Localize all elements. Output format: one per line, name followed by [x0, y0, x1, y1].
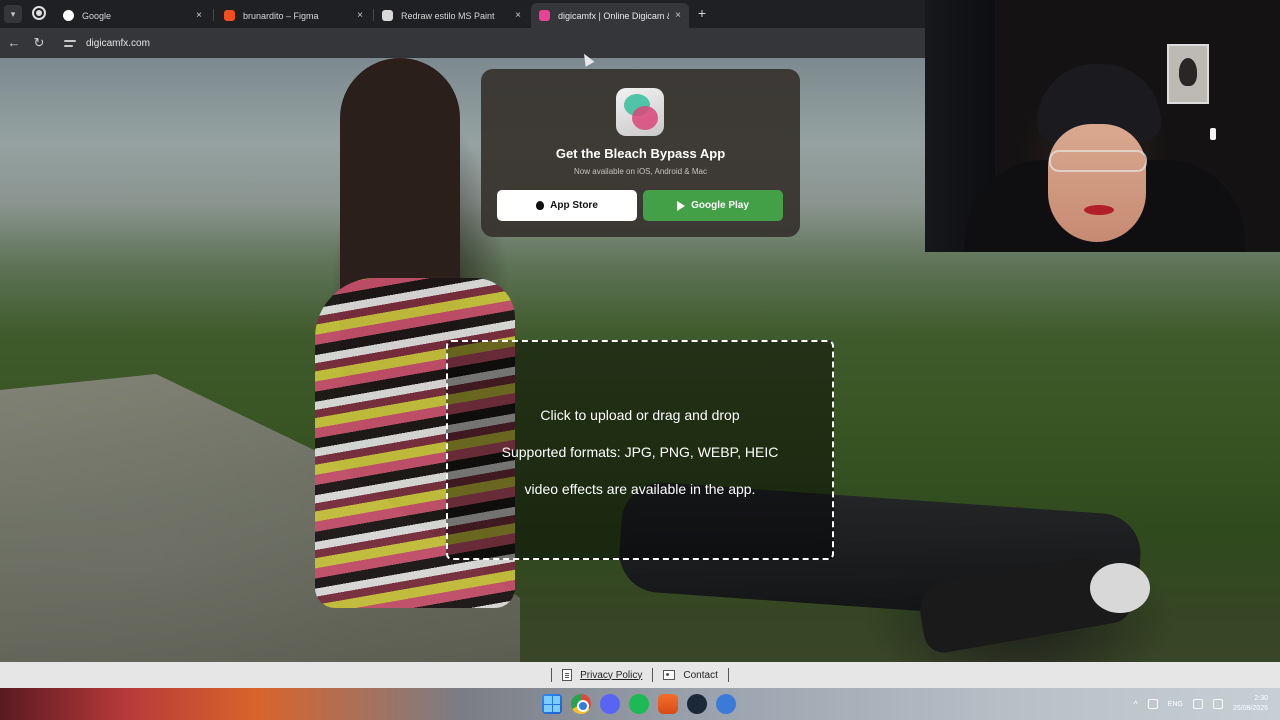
video-effects-note: video effects are available in the app. — [524, 481, 756, 497]
contact-link[interactable]: Contact — [663, 669, 718, 681]
webcam-person-glasses — [1049, 150, 1147, 172]
back-arrow-icon[interactable]: ← — [6, 35, 22, 51]
footer-divider — [652, 668, 654, 682]
app-icon[interactable] — [716, 694, 736, 714]
taskbar-apps — [542, 694, 736, 714]
tab-redraw-ms-paint[interactable]: Redraw estilo MS Paint × — [374, 3, 529, 28]
privacy-policy-link[interactable]: Privacy Policy — [562, 669, 642, 681]
webcam-background-light — [1210, 128, 1216, 140]
contact-label: Contact — [683, 669, 718, 681]
tab-title: digicamfx | Online Digicam & 2 — [558, 10, 670, 21]
network-icon[interactable] — [1192, 699, 1203, 709]
google-play-icon — [677, 200, 686, 211]
tab-title: Redraw estilo MS Paint — [401, 10, 495, 21]
tab-google[interactable]: Google × — [55, 3, 210, 28]
footer-divider — [727, 668, 729, 682]
tray-chevron-icon[interactable]: ^ — [1134, 699, 1138, 709]
chrome-icon[interactable] — [571, 694, 591, 714]
supported-formats: Supported formats: JPG, PNG, WEBP, HEIC — [501, 444, 779, 460]
upload-instruction: Click to upload or drag and drop — [540, 407, 740, 423]
google-play-label: Google Play — [691, 200, 749, 211]
discord-icon[interactable] — [600, 694, 620, 714]
microphone-icon[interactable] — [1147, 699, 1158, 709]
google-favicon-icon — [63, 10, 74, 21]
paint-favicon-icon — [382, 10, 393, 21]
tab-close-icon[interactable]: × — [357, 10, 363, 21]
app-store-button[interactable]: App Store — [497, 190, 637, 221]
app-promo-card: Get the Bleach Bypass App Now available … — [481, 69, 800, 237]
tab-title: brunardito – Figma — [243, 10, 319, 21]
volume-icon[interactable] — [1212, 699, 1223, 709]
digicamfx-favicon-icon — [539, 10, 550, 21]
webcam-wall-poster — [1167, 44, 1209, 104]
url-text: digicamfx.com — [86, 37, 150, 49]
apple-icon — [536, 201, 545, 210]
app-store-label: App Store — [550, 200, 598, 211]
new-tab-plus-icon[interactable]: + — [694, 5, 710, 21]
windows-taskbar: ^ ENG 2:30 25/08/2026 — [0, 688, 1280, 720]
tab-close-icon[interactable]: × — [515, 10, 521, 21]
language-indicator[interactable]: ENG — [1168, 701, 1183, 708]
steam-icon[interactable] — [687, 694, 707, 714]
privacy-policy-label: Privacy Policy — [580, 669, 643, 681]
figma-favicon-icon — [224, 10, 235, 21]
clock-date: 25/08/2026 — [1232, 705, 1268, 712]
spotify-icon[interactable] — [629, 694, 649, 714]
app-promo-subtitle: Now available on iOS, Android & Mac — [574, 167, 707, 176]
site-settings-icon[interactable] — [64, 38, 76, 48]
page-footer: Privacy Policy Contact — [0, 662, 1280, 688]
tab-title: Google — [82, 10, 112, 21]
brave-icon[interactable] — [658, 694, 678, 714]
tab-search-chevron-icon[interactable]: ▾ — [4, 5, 22, 23]
system-tray: ^ ENG 2:30 25/08/2026 — [1134, 688, 1268, 720]
app-promo-title: Get the Bleach Bypass App — [555, 146, 726, 161]
browser-toolbar: ← ↻ digicamfx.com — [0, 28, 925, 58]
tab-digicamfx[interactable]: digicamfx | Online Digicam & 2 × — [531, 3, 689, 28]
tab-close-icon[interactable]: × — [675, 10, 681, 21]
clock-time: 2:30 — [1254, 695, 1268, 702]
browser-tab-strip: ▾ Google × brunardito – Figma × Redraw e… — [0, 0, 925, 28]
footer-divider — [551, 668, 553, 682]
webcam-person-lips — [1084, 205, 1114, 215]
webcam-overlay — [925, 0, 1280, 252]
reload-icon[interactable]: ↻ — [31, 35, 47, 51]
whatsapp-pinned-tab-icon[interactable] — [32, 6, 46, 20]
google-play-button[interactable]: Google Play — [643, 190, 783, 221]
contact-card-icon — [663, 670, 676, 680]
clock[interactable]: 2:30 25/08/2026 — [1233, 694, 1268, 714]
tab-divider — [213, 9, 214, 21]
tab-close-icon[interactable]: × — [196, 10, 202, 21]
background-photo-sneaker-toe — [1090, 563, 1150, 613]
bleach-bypass-app-logo-icon — [616, 88, 664, 136]
windows-start-icon[interactable] — [542, 694, 562, 714]
webcam-person-face — [1048, 124, 1146, 242]
address-bar[interactable]: digicamfx.com — [58, 32, 920, 54]
upload-dropzone[interactable]: Click to upload or drag and drop Support… — [446, 340, 834, 560]
document-icon — [562, 669, 573, 681]
tab-figma[interactable]: brunardito – Figma × — [216, 3, 371, 28]
screen: ▾ Google × brunardito – Figma × Redraw e… — [0, 0, 1280, 720]
